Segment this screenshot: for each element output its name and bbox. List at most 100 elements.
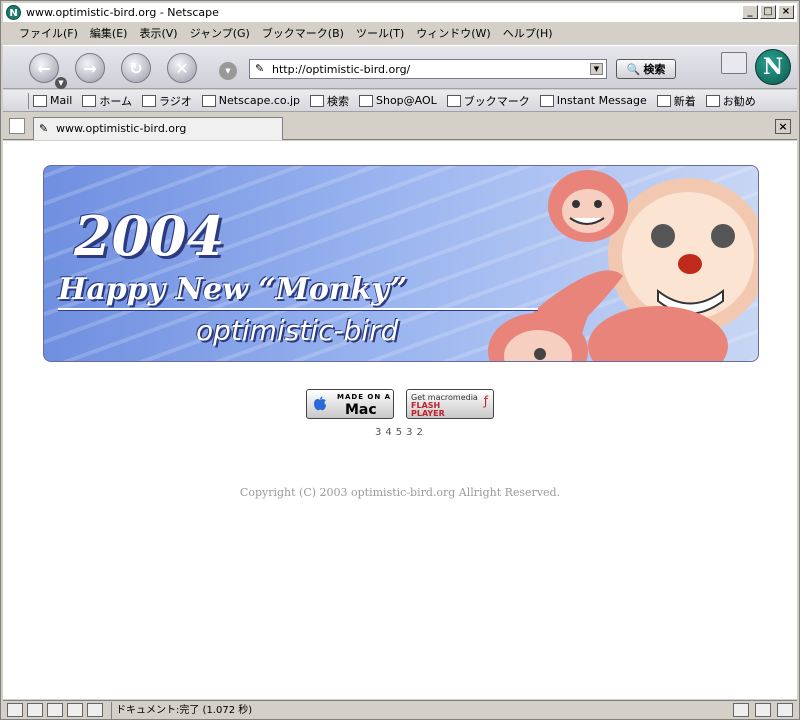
- home-icon: [82, 94, 97, 107]
- toolbar-item-label: お勧め: [722, 94, 756, 108]
- tab-label: www.optimistic-bird.org: [56, 122, 187, 135]
- toolbar-item-label: Mail: [50, 94, 73, 107]
- toolbar-item-netscape-cojp[interactable]: Netscape.co.jp: [201, 94, 300, 107]
- toolbar-grip-icon[interactable]: [7, 93, 29, 109]
- browser-window: N www.optimistic-bird.org - Netscape _ □…: [0, 0, 800, 720]
- toolbar-item-label: 新着: [673, 94, 696, 108]
- page-link-icon: ✎: [255, 62, 265, 75]
- url-bar[interactable]: ✎ http://optimistic-bird.org/ ▼: [249, 59, 607, 79]
- toolbar-item-label: Shop@AOL: [376, 94, 437, 107]
- stop-button[interactable]: ✕: [167, 53, 197, 83]
- flash-badge-big-text: FLASH PLAYER: [411, 402, 445, 418]
- toolbar-item-mail[interactable]: Mail: [33, 94, 72, 107]
- visitor-counter: 34532: [375, 427, 427, 438]
- headline-underline: [58, 308, 538, 311]
- toolbar-item-recommended[interactable]: お勧め: [705, 93, 756, 109]
- minimize-button[interactable]: _: [742, 5, 758, 19]
- toolbar-item-shop-aol[interactable]: Shop@AOL: [359, 94, 437, 107]
- banner-year: 2004: [74, 204, 225, 268]
- reload-icon: ↻: [129, 58, 143, 78]
- toolbar-item-home[interactable]: ホーム: [82, 93, 132, 109]
- netscape-logo[interactable]: N: [755, 49, 791, 85]
- forward-arrow-icon: →: [83, 58, 97, 78]
- toolbar-item-bookmarks[interactable]: ブックマーク: [446, 93, 530, 109]
- menu-edit[interactable]: 編集(E): [90, 25, 128, 41]
- banner-site-name: optimistic-bird: [196, 314, 399, 347]
- search-button[interactable]: 🔍 検索: [616, 59, 676, 79]
- status-bar: ドキュメント:完了 (1.072 秒): [3, 700, 797, 719]
- url-text[interactable]: http://optimistic-bird.org/: [272, 63, 410, 76]
- instant-message-status-icon[interactable]: [47, 703, 63, 717]
- online-status-icon[interactable]: [733, 703, 749, 717]
- close-window-button[interactable]: ×: [778, 5, 794, 19]
- netscape-app-icon: N: [6, 5, 21, 20]
- mac-badge-big-text: Mac: [345, 402, 377, 418]
- toolbar-item-instant-message[interactable]: Instant Message: [539, 94, 647, 107]
- window-title: www.optimistic-bird.org - Netscape: [26, 6, 219, 19]
- back-button[interactable]: ←: [29, 53, 59, 83]
- forward-button[interactable]: →: [75, 53, 105, 83]
- apple-logo-icon: [314, 396, 326, 411]
- tab-bar: ✎ www.optimistic-bird.org ×: [3, 114, 797, 140]
- toolbar-item-radio[interactable]: ラジオ: [142, 93, 192, 109]
- made-on-mac-badge[interactable]: MADE ON A Mac: [306, 389, 394, 419]
- title-bar: N www.optimistic-bird.org - Netscape _ □…: [3, 3, 797, 22]
- monkey-illustration: [488, 170, 758, 361]
- headphones-icon: [142, 94, 157, 107]
- back-arrow-icon: ←: [37, 58, 51, 78]
- badge-row: MADE ON A Mac Get macromedia FLASH PLAYER…: [306, 389, 506, 419]
- toolbar-item-label: ブックマーク: [463, 94, 530, 108]
- toolbar-item-label: 検索: [327, 94, 349, 108]
- print-icon[interactable]: [721, 52, 747, 74]
- magnifier-icon: 🔍: [626, 62, 641, 76]
- back-history-dropdown[interactable]: ▼: [55, 77, 67, 89]
- mail-icon: [33, 94, 47, 107]
- folder-icon: [446, 94, 461, 107]
- link-icon: [539, 94, 554, 107]
- player-word: PLAYER: [411, 409, 445, 418]
- personal-toolbar: Mail ホーム ラジオ Netscape.co.jp 検索 Shop@AOL …: [3, 90, 797, 112]
- new-year-banner[interactable]: 2004 Happy New “Monky” optimistic-bird: [43, 165, 759, 362]
- menu-bar: ファイル(F) 編集(E) 表示(V) ジャンプ(G) ブックマーク(B) ツー…: [3, 23, 797, 43]
- menu-view[interactable]: 表示(V): [139, 25, 177, 41]
- toolbar-item-label: ラジオ: [159, 94, 192, 108]
- security-lock-icon[interactable]: [777, 703, 793, 717]
- reload-button[interactable]: ↻: [121, 53, 151, 83]
- netscape-status-icon[interactable]: [7, 703, 23, 717]
- banner-headline: Happy New “Monky”: [58, 272, 408, 307]
- menu-go[interactable]: ジャンプ(G): [190, 25, 250, 41]
- toolbar-item-label: Netscape.co.jp: [218, 94, 300, 107]
- page-link-icon: ✎: [39, 122, 49, 135]
- maximize-button[interactable]: □: [760, 5, 776, 19]
- tab-optimistic-bird[interactable]: ✎ www.optimistic-bird.org: [33, 117, 283, 140]
- search-button-label: 検索: [643, 63, 666, 76]
- menu-window[interactable]: ウィンドウ(W): [416, 25, 490, 41]
- menu-bookmarks[interactable]: ブックマーク(B): [262, 25, 344, 41]
- new-tab-icon[interactable]: [9, 118, 25, 134]
- composer-status-icon[interactable]: [67, 703, 83, 717]
- menu-tools[interactable]: ツール(T): [356, 25, 404, 41]
- url-dropdown-button[interactable]: ▼: [590, 63, 603, 75]
- shop-icon: [359, 94, 373, 107]
- url-history-button[interactable]: ▼: [219, 62, 237, 80]
- status-right-icons: [727, 703, 793, 717]
- get-flash-player-badge[interactable]: Get macromedia FLASH PLAYER ƒ: [406, 389, 494, 419]
- address-book-status-icon[interactable]: [87, 703, 103, 717]
- flash-logo-icon: ƒ: [483, 394, 488, 408]
- toolbar-item-search[interactable]: 検索: [310, 93, 349, 109]
- my-netscape-icon: [201, 94, 216, 107]
- toolbar-item-label: ホーム: [99, 94, 133, 108]
- menu-help[interactable]: ヘルプ(H): [503, 25, 553, 41]
- status-text: ドキュメント:完了 (1.072 秒): [111, 701, 252, 719]
- close-tab-button[interactable]: ×: [775, 119, 791, 134]
- link-icon: [705, 94, 720, 107]
- page-content: 2004 Happy New “Monky” optimistic-bird M…: [3, 141, 797, 699]
- window-controls: _ □ ×: [740, 5, 794, 19]
- menu-file[interactable]: ファイル(F): [19, 25, 78, 41]
- magnifier-icon: [310, 94, 324, 107]
- privacy-eye-icon[interactable]: [755, 703, 771, 717]
- toolbar-item-new[interactable]: 新着: [656, 93, 696, 109]
- navigation-toolbar: ← ▼ → ↻ ✕ ▼ ✎ http://optimistic-bird.org…: [3, 45, 797, 89]
- stop-x-icon: ✕: [175, 58, 189, 78]
- mail-status-icon[interactable]: [27, 703, 43, 717]
